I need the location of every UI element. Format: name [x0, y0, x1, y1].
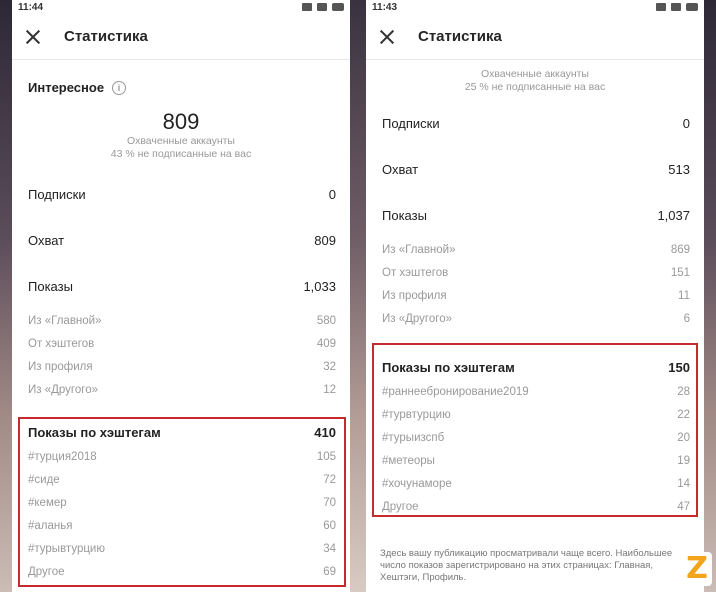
status-bar: 11:44	[12, 0, 350, 14]
item-value: 409	[316, 337, 336, 350]
watermark-logo: Z	[682, 552, 712, 586]
item-label: Из профиля	[28, 360, 93, 373]
row-label: Показы	[28, 278, 73, 294]
list-item: Из профиля 11	[366, 284, 704, 307]
info-note: Здесь вашу публикацию просматривали чаще…	[380, 548, 673, 583]
row-label: Подписки	[382, 115, 440, 131]
list-item: От хэштегов 151	[366, 261, 704, 284]
item-value: 12	[323, 383, 336, 396]
page-title: Статистика	[418, 28, 502, 45]
status-bar: 11:43	[366, 0, 704, 14]
list-item: Из «Другого» 12	[12, 378, 350, 401]
item-value: 151	[670, 266, 690, 279]
list-item: От хэштегов 409	[12, 332, 350, 355]
close-icon[interactable]	[24, 28, 42, 46]
status-time: 11:44	[18, 1, 44, 13]
row-value: 513	[668, 161, 690, 177]
phone-screen-right: 11:43 Статистика Охваченные аккаунты 25 …	[366, 0, 704, 592]
list-item: Из профиля 32	[12, 355, 350, 378]
background-strip	[704, 0, 716, 592]
item-label: Из «Главной»	[28, 314, 102, 327]
app-header: Статистика	[366, 14, 704, 60]
row-value: 0	[682, 115, 690, 131]
row-label: Охват	[28, 232, 65, 248]
list-item: Из «Другого» 6	[366, 307, 704, 330]
row-followers: Подписки 0	[366, 100, 704, 146]
highlight-box	[372, 343, 698, 517]
item-label: Из «Главной»	[382, 243, 456, 256]
row-reach: Охват 513	[366, 146, 704, 192]
section-title-text: Интересное	[28, 80, 105, 95]
item-value: 32	[323, 360, 336, 373]
highlight-box	[18, 417, 346, 587]
item-label: От хэштегов	[28, 337, 95, 350]
signal-icon	[302, 3, 312, 11]
page-title: Статистика	[64, 28, 148, 45]
status-time: 11:43	[372, 1, 398, 13]
signal-icon	[656, 3, 666, 11]
reach-sub: 25 % не подписанные на вас	[464, 81, 606, 93]
reach-label: Охваченные аккаунты	[481, 68, 589, 80]
item-value: 869	[670, 243, 690, 256]
info-icon[interactable]: i	[112, 80, 127, 95]
reach-value: 809	[162, 109, 200, 134]
background-strip	[0, 0, 12, 592]
row-label: Показы	[382, 207, 427, 223]
item-label: От хэштегов	[382, 266, 449, 279]
wifi-icon	[317, 3, 327, 11]
row-value: 0	[328, 186, 336, 202]
row-value: 809	[314, 232, 336, 248]
row-label: Охват	[382, 161, 419, 177]
close-icon[interactable]	[378, 28, 396, 46]
row-value: 1,037	[657, 207, 690, 223]
list-item: Из «Главной» 580	[12, 309, 350, 332]
item-value: 11	[678, 289, 690, 302]
reach-label: Охваченные аккаунты	[127, 135, 235, 147]
reach-sub: 43 % не подписанные на вас	[110, 148, 252, 160]
item-label: Из «Другого»	[28, 383, 99, 396]
phone-screen-left: 11:44 Статистика Интересное i 809 Охваче…	[12, 0, 350, 592]
list-item: Из «Главной» 869	[366, 238, 704, 261]
item-value: 6	[683, 312, 690, 325]
section-title: Интересное i	[28, 80, 350, 95]
item-value: 580	[316, 314, 336, 327]
row-impressions: Показы 1,037	[366, 192, 704, 238]
row-reach: Охват 809	[12, 217, 350, 263]
row-followers: Подписки 0	[12, 171, 350, 217]
row-label: Подписки	[28, 186, 86, 202]
watermark-text: Z	[686, 551, 708, 586]
item-label: Из «Другого»	[382, 312, 453, 325]
row-impressions: Показы 1,033	[12, 263, 350, 309]
item-label: Из профиля	[382, 289, 447, 302]
battery-icon	[332, 3, 344, 11]
row-value: 1,033	[303, 278, 336, 294]
wifi-icon	[671, 3, 681, 11]
app-header: Статистика	[12, 14, 350, 60]
battery-icon	[686, 3, 698, 11]
background-strip	[350, 0, 366, 592]
